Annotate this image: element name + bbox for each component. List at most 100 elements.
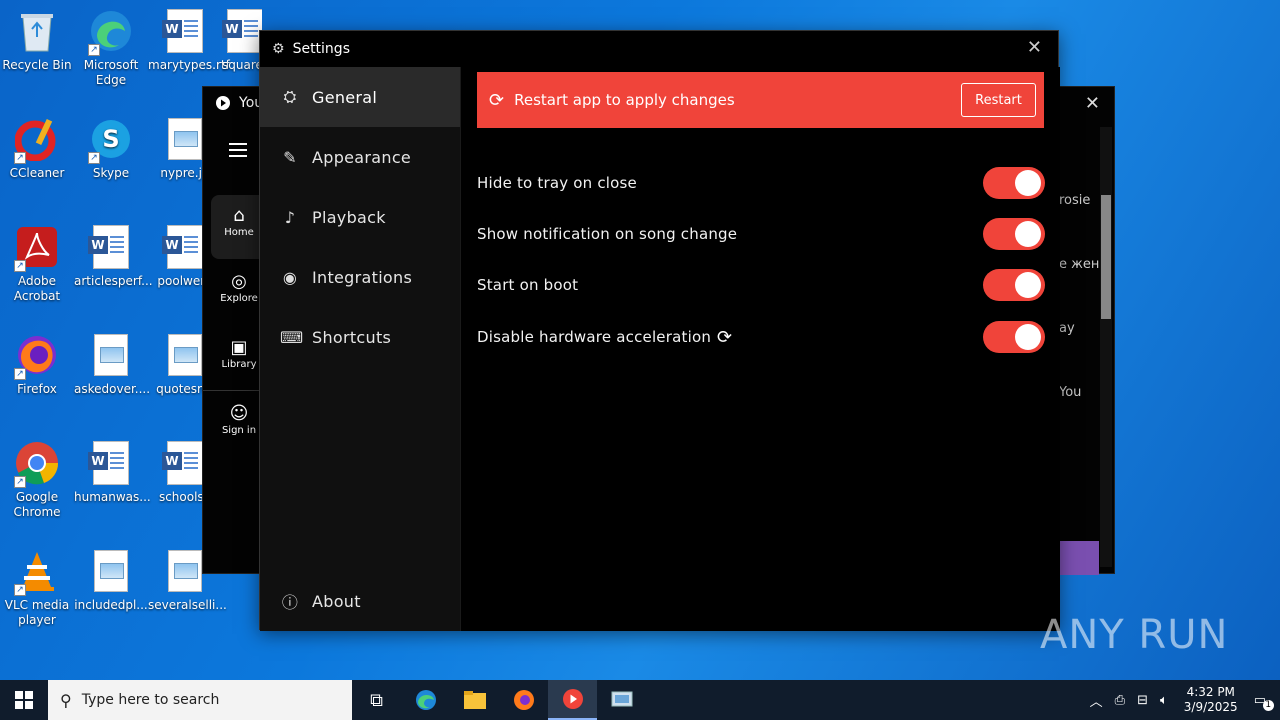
desktop-icon-chrome[interactable]: ↗ Google Chrome [0,440,74,520]
option-disable-hw-accel: Disable hardware acceleration ⟳ [477,317,1047,357]
toggle-knob [1015,221,1041,247]
option-label: Hide to tray on close [477,174,637,192]
sidebar-item-label: Playback [312,207,386,227]
broadcast-icon: ◉ [282,267,298,287]
watermark: ANY RUN [1040,612,1229,658]
word-document-icon: W [88,224,134,270]
toggle-switch[interactable] [983,218,1045,250]
option-start-on-boot: Start on boot [477,265,1047,305]
recycle-bin-icon [14,8,60,54]
sidebar-item-integrations[interactable]: ◉ Integrations [260,247,460,307]
desktop-icon-recycle-bin[interactable]: Recycle Bin [0,8,74,73]
sidebar-item-general[interactable]: ⛭ General [260,67,460,127]
desktop-icon-label: Google Chrome [13,490,61,519]
sidebar-item-label: Integrations [312,267,413,287]
refresh-icon: ⟳ [489,89,505,111]
network-icon[interactable]: ⊟ [1137,693,1148,708]
desktop-icon-label: articlesperf... [74,274,153,288]
vlc-icon: ↗ [14,548,60,596]
restart-button[interactable]: Restart [961,83,1036,117]
close-icon[interactable]: ✕ [1027,37,1042,58]
desktop-icon-skype[interactable]: S ↗ Skype [74,116,148,181]
edge-icon: ↗ [88,8,134,56]
desktop-icon-label: Firefox [17,382,57,396]
edge-taskbar-icon[interactable] [401,680,450,720]
youtube-music-taskbar-icon[interactable] [548,680,597,720]
desktop-icon-square[interactable]: W square [222,8,262,73]
desktop-icon-edge[interactable]: ↗ Microsoft Edge [74,8,148,88]
desktop-icon-humanwas[interactable]: W humanwas... [74,440,151,505]
desktop-icon-ccleaner[interactable]: ↗ CCleaner [0,116,74,181]
toggle-switch[interactable] [983,269,1045,301]
settings-sidebar: ⛭ General ✎ Appearance ♪ Playback ◉ Inte… [260,67,460,631]
acrobat-icon: ↗ [14,224,60,272]
banner-text: Restart app to apply changes [514,91,735,109]
desktop-icon-label: square [222,58,262,72]
option-label: Disable hardware acceleration [477,328,712,346]
window-title: You [215,95,263,111]
option-label: Start on boot [477,276,579,294]
search-icon: ⚲ [60,690,72,710]
keyboard-icon: ⌨ [280,327,304,347]
task-view-icon[interactable]: ⧉ [352,680,401,720]
close-icon[interactable]: ✕ [1085,93,1100,114]
sidebar-item-appearance[interactable]: ✎ Appearance [260,127,460,187]
start-button[interactable] [0,680,48,720]
settings-window: ⚙ Settings ✕ ⛭ General ✎ Appearance ♪ Pl… [259,30,1060,631]
file-explorer-icon[interactable] [450,680,499,720]
firefox-taskbar-icon[interactable] [499,680,548,720]
desktop-icon-label: severalselli... [148,598,227,612]
content-text: rosie [1059,193,1091,208]
clock[interactable]: 4:32 PM 3/9/2025 [1184,685,1238,715]
desktop-icon-label: CCleaner [9,166,65,180]
desktop-icon-includedpl[interactable]: includedpl... [74,548,148,613]
control-panel-taskbar-icon[interactable] [597,680,646,720]
scrollbar[interactable] [1100,127,1112,567]
word-document-icon: W [162,8,208,54]
scrollbar-thumb[interactable] [1101,195,1111,319]
svg-text:S: S [102,125,119,153]
sidebar-item-label: General [312,87,378,107]
volume-icon[interactable]: 🔈︎ [1160,693,1168,708]
windows-logo-icon [15,691,33,709]
desktop-icon-label: marytypes.rtf [148,58,230,72]
ccleaner-icon: ↗ [14,116,60,164]
desktop-icon-acrobat[interactable]: ↗ Adobe Acrobat [0,224,74,304]
hamburger-menu-icon[interactable] [229,143,247,157]
clock-date: 3/9/2025 [1183,700,1238,714]
divider [203,390,263,391]
desktop-icon-firefox[interactable]: ↗ Firefox [0,332,74,397]
chevron-up-icon[interactable]: ︿ [1090,691,1103,710]
clock-time: 4:32 PM [1186,685,1235,699]
notification-icon[interactable]: ▭ 1 [1254,693,1274,711]
desktop-icon-label: humanwas... [74,490,151,504]
sidebar-item-shortcuts[interactable]: ⌨ Shortcuts [260,307,460,367]
usb-device-icon[interactable]: ⎙ [1115,693,1125,708]
restart-required-icon: ⟳ [717,326,733,348]
thumbnail-image[interactable] [1059,541,1099,575]
option-hide-to-tray: Hide to tray on close [477,163,1047,203]
toggle-switch[interactable] [983,167,1045,199]
desktop-icon-vlc[interactable]: ↗ VLC media player [0,548,74,628]
sidebar-item-label: About [312,591,361,611]
chrome-icon: ↗ [14,440,60,488]
sidebar-item-about[interactable]: ⓘ About [260,571,460,631]
desktop-icon-label: includedpl... [74,598,148,612]
restart-banner: ⟳ Restart app to apply changes Restart [477,72,1044,128]
image-file-icon [88,332,134,378]
content-text: ay [1059,321,1075,336]
option-show-notification: Show notification on song change [477,214,1047,254]
toggle-knob [1015,170,1041,196]
desktop-icon-marytypes[interactable]: W marytypes.rtf [148,8,230,73]
desktop-icon-articlesperf[interactable]: W articlesperf... [74,224,153,289]
word-document-icon: W [88,440,134,486]
notification-count-badge: 1 [1262,699,1274,711]
settings-title: Settings [292,41,350,57]
toggle-switch[interactable] [983,321,1045,353]
brush-icon: ✎ [283,147,297,167]
desktop-icon-askedover[interactable]: askedover.... [74,332,150,397]
toggle-knob [1015,272,1041,298]
sidebar-item-playback[interactable]: ♪ Playback [260,187,460,247]
taskbar-search-box[interactable]: ⚲ Type here to search [48,680,352,720]
sidebar-item-label: Shortcuts [312,327,392,347]
